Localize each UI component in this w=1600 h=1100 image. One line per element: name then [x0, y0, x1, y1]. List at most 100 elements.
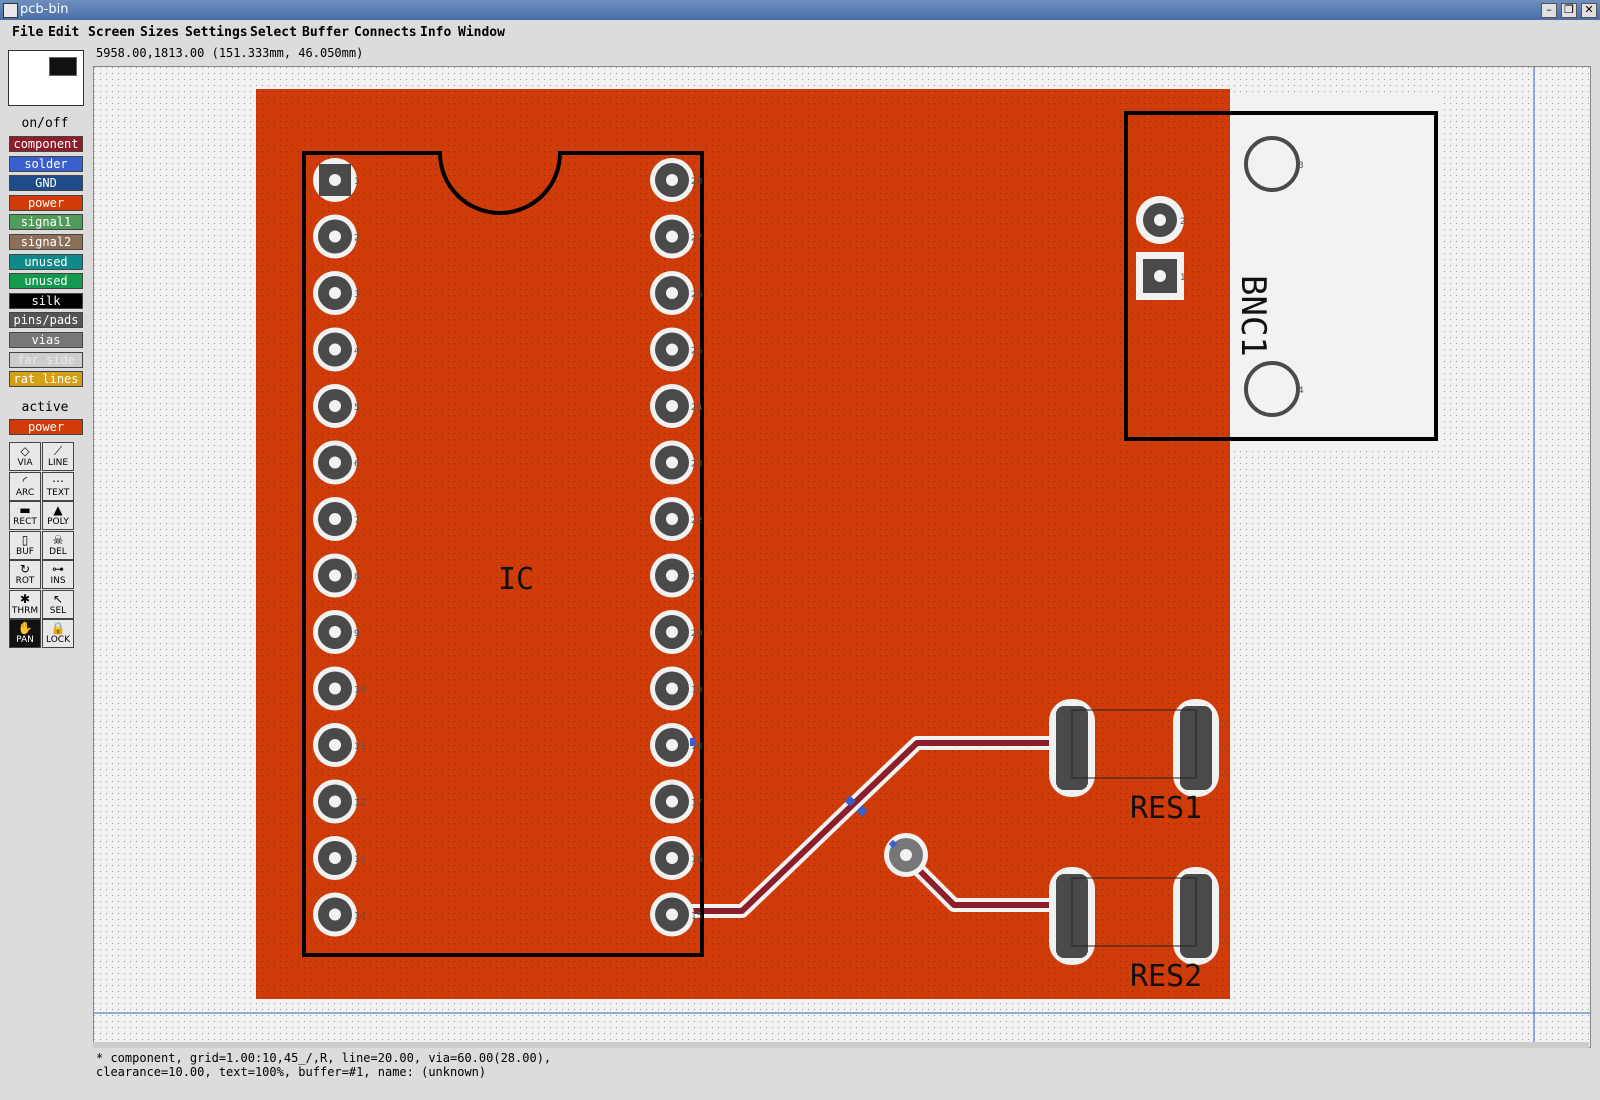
pin-number: 3: [354, 290, 360, 300]
layer-toggle-unused[interactable]: unused: [9, 253, 83, 270]
layer-toggle-rat-lines[interactable]: rat lines: [9, 371, 83, 388]
tool-pan-button[interactable]: ✋ PAN: [9, 619, 41, 648]
menu-settings[interactable]: Settings: [185, 25, 248, 40]
tool-via-button[interactable]: ◇ VIA: [9, 442, 41, 471]
title-bar[interactable]: pcb-bin – ❐ ✕: [0, 0, 1600, 20]
menu-screen[interactable]: Screen: [88, 25, 135, 40]
pin-number: 9: [354, 629, 360, 639]
pin-drill: [329, 174, 341, 186]
pin-drill: [329, 852, 341, 864]
pin-drill: [329, 287, 341, 299]
pin-number: 12: [354, 799, 365, 809]
active-layer-indicator[interactable]: power: [9, 419, 83, 435]
pin-drill: [666, 739, 678, 751]
tool-arc-button[interactable]: ◜ ARC: [9, 471, 41, 501]
layer-toggle-silk[interactable]: silk: [9, 292, 83, 309]
pin-number: 23: [691, 460, 702, 470]
pcb-canvas[interactable]: 1234567891011121314282726252423222120191…: [94, 67, 1590, 1047]
pin-drill: [666, 230, 678, 243]
solder-marker: [690, 738, 696, 746]
menu-connects[interactable]: Connects: [354, 25, 417, 40]
pin-number: 21: [691, 573, 702, 583]
status-line-1: * component, grid=1.00:10,45_/,R, line=2…: [96, 1051, 552, 1065]
pin-drill: [666, 513, 678, 525]
layer-toggle-signal1[interactable]: signal1: [9, 214, 83, 231]
delete-icon: ☠: [52, 532, 64, 547]
tool-del-button[interactable]: ☠ DEL: [42, 530, 74, 560]
tool-label: PAN: [16, 635, 34, 645]
menu-select[interactable]: Select: [250, 25, 297, 40]
tool-label: LOCK: [46, 635, 70, 645]
tool-rect-button[interactable]: ▬ RECT: [9, 501, 41, 530]
pin-number: 22: [691, 516, 702, 526]
menu-edit[interactable]: Edit: [48, 25, 79, 40]
via-icon: ◇: [20, 444, 30, 458]
pin-number: 15: [691, 912, 702, 922]
layer-toggle-signal2[interactable]: signal2: [9, 234, 83, 250]
bnc-clearance: [1230, 97, 1442, 451]
layer-toggle-power[interactable]: power: [9, 194, 83, 211]
layer-toggle-vias[interactable]: vias: [9, 332, 83, 348]
app-icon[interactable]: [3, 3, 18, 18]
tool-thrm-button[interactable]: ✱ THRM: [9, 589, 41, 619]
thermal-icon: ✱: [19, 591, 31, 606]
onoff-label: on/off: [21, 116, 69, 131]
layer-toggle-gnd[interactable]: GND: [9, 175, 83, 192]
tool-label: ARC: [15, 487, 35, 498]
tool-label: BUF: [16, 546, 34, 557]
bnc-pin-number: 1: [1180, 273, 1186, 283]
layer-toggle-far-side[interactable]: far side: [9, 351, 83, 368]
bnc-pin-number: 4: [1298, 386, 1304, 396]
board-preview[interactable]: [8, 50, 84, 106]
via-drill: [900, 849, 912, 861]
status-bar: * component, grid=1.00:10,45_/,R, line=2…: [96, 1051, 551, 1079]
pin-drill: [329, 626, 341, 638]
tool-label: INS: [50, 576, 66, 586]
pin-number: 24: [691, 403, 703, 413]
menu-window[interactable]: Window: [458, 25, 505, 40]
bnc-pin-number: 3: [1298, 161, 1304, 171]
layer-toggle-solder[interactable]: solder: [9, 155, 83, 172]
bnc-pin-number: 2: [1180, 217, 1186, 227]
layer-toggle-pins-pads[interactable]: pins/pads: [9, 312, 83, 329]
pin-number: 10: [354, 686, 366, 696]
bnc-pin-drill: [1154, 214, 1166, 226]
tool-poly-button[interactable]: ▲ POLY: [42, 501, 74, 530]
menu-buffer[interactable]: Buffer: [302, 25, 349, 40]
maximize-button[interactable]: ❐: [1561, 3, 1577, 18]
pin-number: 19: [691, 686, 703, 696]
board-canvas[interactable]: 1 2 3 4 5 6 7 8 9 10 11 12 13 14 28 27 26 25 24 23 22 21 20 19 1…: [93, 66, 1591, 1048]
ic-label: IC: [498, 562, 534, 597]
pan-icon: ✋: [17, 621, 33, 635]
horizontal-scrollbar[interactable]: [93, 1042, 1589, 1048]
tool-lock-button[interactable]: 🔒 LOCK: [42, 619, 74, 648]
menu-sizes[interactable]: Sizes: [140, 25, 179, 40]
menu-info[interactable]: Info: [420, 25, 451, 40]
pin-drill: [329, 513, 341, 525]
minimize-button[interactable]: –: [1541, 3, 1557, 18]
layer-panel: on/off component solder GND power signal1 sig…: [0, 44, 90, 684]
tool-ins-button[interactable]: ⊶ INS: [42, 560, 74, 589]
menu-file[interactable]: File: [12, 25, 43, 40]
tool-line-button[interactable]: ⟋ LINE: [42, 442, 74, 471]
tool-text-button[interactable]: ⋯ TEXT: [42, 471, 74, 501]
pin-drill: [329, 230, 341, 243]
line-icon: ⟋: [53, 444, 63, 458]
chip-icon: [49, 57, 77, 76]
pin-drill: [666, 852, 678, 864]
close-button[interactable]: ✕: [1581, 3, 1597, 18]
window-title: pcb-bin: [20, 2, 69, 17]
rotate-icon: ↻: [19, 562, 31, 576]
layer-toggle-component[interactable]: component: [9, 136, 83, 152]
tool-sel-button[interactable]: ↖ SEL: [42, 589, 74, 619]
pin-drill: [666, 682, 678, 695]
cursor-coordinates: 5958.00,1813.00 (151.333mm, 46.050mm): [96, 46, 364, 60]
res1-label: RES1: [1130, 791, 1202, 826]
select-icon: ↖: [52, 591, 64, 606]
tool-buf-button[interactable]: ▯ BUF: [9, 530, 41, 560]
tool-rot-button[interactable]: ↻ ROT: [9, 560, 41, 589]
layer-toggle-unused[interactable]: unused: [9, 273, 83, 290]
pin-drill: [329, 456, 341, 469]
pin-number: 27: [691, 234, 702, 244]
pin-drill: [666, 795, 678, 808]
